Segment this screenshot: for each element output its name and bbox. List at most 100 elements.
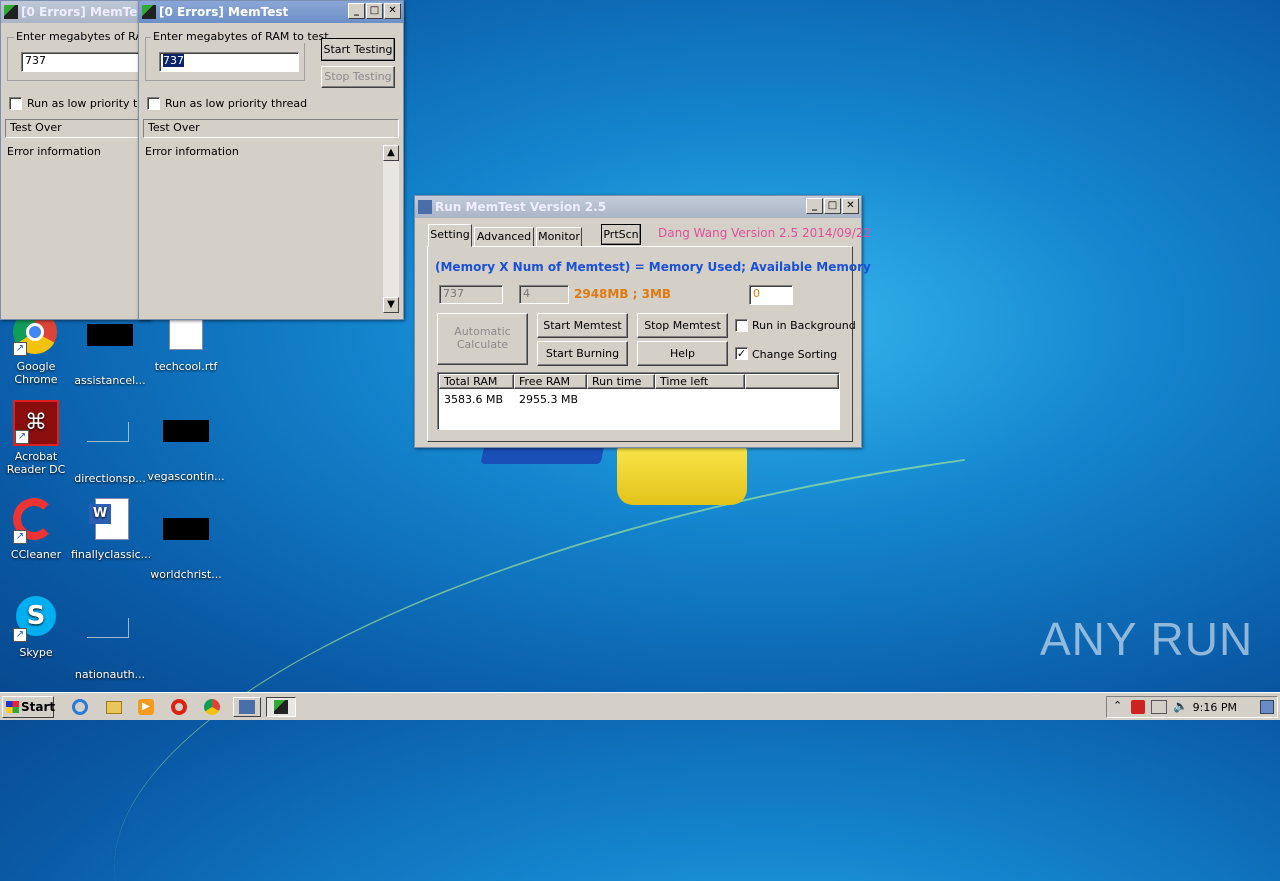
shortcut-arrow-icon: ↗: [13, 342, 27, 356]
cell-free-ram: 2955.3 MB: [519, 393, 579, 406]
ram-input[interactable]: 737: [159, 52, 299, 72]
memtest-window-back[interactable]: [0 Errors] MemTest Enter megabytes of RA…: [0, 0, 163, 320]
desktop-icon-label: nationauth...: [74, 668, 146, 681]
formula-label: (Memory X Num of Memtest) = Memory Used;…: [435, 260, 871, 274]
desktop-icon-label: Skype: [19, 646, 53, 659]
show-hidden-icons-chevron-up-icon[interactable]: ⌃: [1113, 699, 1122, 712]
change-sorting-label: Change Sorting: [752, 348, 838, 361]
minimize-button[interactable]: _: [348, 3, 365, 19]
memtest-app-icon: [142, 5, 156, 19]
runmemtest-taskbar-button[interactable]: [233, 697, 261, 717]
tab-advanced[interactable]: Advanced: [474, 227, 534, 247]
error-information-label: Error information: [7, 145, 101, 158]
memtest-window-front[interactable]: [0 Errors] MemTest _ □ ✕ Enter megabytes…: [138, 0, 404, 320]
maximize-button[interactable]: □: [824, 198, 841, 214]
scroll-up-icon[interactable]: ▲: [383, 145, 399, 161]
tab-monitor[interactable]: Monitor: [536, 227, 582, 247]
table-row[interactable]: 3583.6 MB 2955.3 MB: [444, 393, 834, 408]
windows-logo-icon: [6, 701, 19, 713]
available-memory-input[interactable]: 0: [749, 285, 793, 305]
desktop-icon-assistancel[interactable]: assistancel...: [71, 310, 149, 387]
desktop-icon-google-chrome[interactable]: ↗ Google Chrome: [0, 310, 75, 386]
error-scrollbar[interactable]: ▲ ▼: [383, 145, 399, 313]
opera-icon[interactable]: [169, 697, 191, 717]
clock[interactable]: 9:16 PM: [1193, 701, 1237, 714]
help-button[interactable]: Help: [637, 341, 728, 366]
tab-label: Monitor: [538, 230, 580, 243]
action-center-flag-icon[interactable]: [1131, 700, 1145, 714]
file-explorer-icon[interactable]: [103, 697, 125, 717]
start-memtest-button[interactable]: Start Memtest: [537, 313, 628, 338]
maximize-button[interactable]: □: [366, 3, 383, 19]
chrome-taskbar-icon[interactable]: [202, 697, 224, 717]
desktop-icon-vegascontin[interactable]: vegascontin...: [147, 400, 225, 483]
window-title: [0 Errors] MemTest: [21, 5, 149, 19]
column-time-left[interactable]: Time left: [655, 374, 745, 389]
stop-testing-button[interactable]: Stop Testing: [321, 66, 395, 88]
show-desktop-icon[interactable]: [1260, 700, 1274, 714]
tab-setting[interactable]: Setting: [428, 224, 472, 247]
tab-label: Setting: [430, 228, 470, 241]
desktop-icon-label: CCleaner: [10, 548, 62, 561]
desktop-icon-label: assistancel...: [74, 374, 146, 387]
desktop-icon-label: finallyclassic...: [71, 548, 152, 561]
desktop-icon-label: worldchrist...: [150, 568, 222, 581]
runmemtest-window[interactable]: Run MemTest Version 2.5 _ □ ✕ Setting Ad…: [414, 195, 871, 448]
num-memtest-field: 4: [519, 285, 569, 304]
scroll-down-icon[interactable]: ▼: [383, 297, 399, 313]
ram-input[interactable]: 737: [21, 52, 151, 72]
start-testing-button[interactable]: Start Testing: [321, 38, 395, 61]
column-filler: [745, 374, 839, 389]
close-button[interactable]: ✕: [384, 3, 401, 19]
memtest-taskbar-button[interactable]: [266, 697, 296, 717]
automatic-calculate-button[interactable]: Automatic Calculate: [437, 313, 528, 365]
desktop-icon-acrobat[interactable]: ⌘ ↗ Acrobat Reader DC: [0, 400, 75, 476]
blank-file-icon: [87, 422, 133, 468]
memory-per-test-field: 737: [439, 285, 503, 304]
ram-label: Enter megabytes of RAM to test: [151, 30, 331, 43]
desktop-icon-skype[interactable]: S ↗ Skype: [0, 596, 75, 659]
runmemtest-titlebar[interactable]: Run MemTest Version 2.5 _ □ ✕: [415, 196, 861, 218]
low-priority-checkbox[interactable]: [9, 97, 22, 110]
shortcut-arrow-icon: ↗: [13, 628, 27, 642]
desktop-icon-worldchrist[interactable]: worldchrist...: [147, 498, 225, 581]
run-in-background-checkbox[interactable]: [735, 319, 748, 332]
column-total-ram[interactable]: Total RAM: [439, 374, 514, 389]
desktop-icon-finallyclassic[interactable]: W finallyclassic...: [71, 498, 152, 561]
stop-memtest-button[interactable]: Stop Memtest: [637, 313, 728, 338]
column-run-time[interactable]: Run time: [587, 374, 655, 389]
window-title: [0 Errors] MemTest: [159, 5, 289, 19]
column-free-ram[interactable]: Free RAM: [514, 374, 587, 389]
desktop-icon-directionsp[interactable]: directionsp...: [71, 400, 149, 485]
cell-total-ram: 3583.6 MB: [444, 393, 504, 406]
media-player-icon[interactable]: ▶: [136, 697, 158, 717]
network-icon[interactable]: [1151, 700, 1167, 714]
low-priority-checkbox[interactable]: [147, 97, 160, 110]
desktop-icon-label: Acrobat Reader DC: [6, 450, 66, 476]
table-header: Total RAM Free RAM Run time Time left: [439, 374, 839, 389]
volume-icon[interactable]: 🔈: [1173, 699, 1188, 713]
skype-icon: S ↗: [13, 596, 59, 642]
window-title: Run MemTest Version 2.5: [435, 200, 607, 214]
shortcut-arrow-icon: ↗: [15, 430, 29, 444]
memtest-front-titlebar[interactable]: [0 Errors] MemTest _ □ ✕: [139, 1, 403, 23]
version-text: Dang Wang Version 2.5 2014/09/22: [658, 226, 872, 240]
desktop-icon-label: vegascontin...: [147, 470, 225, 483]
desktop-icon-label: directionsp...: [74, 472, 146, 485]
memtest-app-icon: [4, 5, 18, 19]
status-bar: Test Over: [143, 119, 399, 138]
error-information-label: Error information: [145, 145, 239, 158]
desktop-icon-ccleaner[interactable]: ↗ CCleaner: [0, 498, 75, 561]
minimize-button[interactable]: _: [806, 198, 823, 214]
memtest-back-titlebar[interactable]: [0 Errors] MemTest: [1, 1, 149, 23]
start-burning-button[interactable]: Start Burning: [537, 341, 628, 366]
internet-explorer-icon[interactable]: [70, 697, 92, 717]
ram-input-value: 737: [163, 54, 184, 67]
prtscn-button[interactable]: PrtScn: [601, 224, 641, 245]
memory-table[interactable]: Total RAM Free RAM Run time Time left 35…: [437, 372, 840, 430]
change-sorting-checkbox[interactable]: ✓: [735, 347, 748, 360]
close-button[interactable]: ✕: [842, 198, 859, 214]
desktop-icon-nationauth[interactable]: nationauth...: [71, 596, 149, 681]
start-button[interactable]: Start: [2, 696, 55, 718]
word-document-icon: W: [87, 498, 133, 544]
